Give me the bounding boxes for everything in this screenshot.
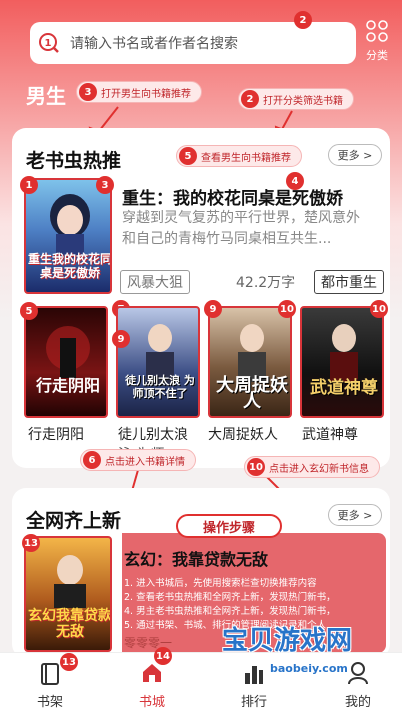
annotation-tip: 5 查看男生向书籍推荐 [176,145,302,167]
featured-book-cover[interactable]: 重生我的校花同桌是死傲娇 [24,178,112,294]
book-cover[interactable]: 大周捉妖人 [208,306,292,418]
featured-book-title[interactable]: 重生：我的校花同桌是死傲娇 [122,184,343,209]
annotation-badge: 10 [278,300,296,318]
book-title[interactable]: 徒儿别太浪 [118,424,188,444]
section-title: 全网齐上新 [26,510,122,532]
annotation-badge: 1 [20,176,38,194]
step-item: 2. 查看老书虫热推和全网齐上新，发现热门新书， [124,592,336,603]
watermark-url: baobeiy.com [270,662,348,675]
annotation-badge: 6 [83,451,101,469]
annotation-badge: 5 [20,302,38,320]
book-cover[interactable]: 行走阴阳 [24,306,108,418]
featured-book-author: 风暴大狙 [120,270,190,294]
annotation-badge: 14 [154,647,172,665]
book-cover[interactable]: 玄幻我靠贷款无敌 [24,536,112,652]
steps-tag: 操作步骤 [176,514,282,538]
annotation-badge: 10 [370,300,388,318]
annotation-badge: 9 [112,330,130,348]
annotation-badge: 5 [179,147,197,165]
more-button[interactable]: 更多 > [328,504,382,526]
tab-label: 书城 [138,695,165,710]
book-title[interactable]: 武道神尊 [302,424,358,444]
annotation-badge: 3 [96,176,114,194]
cover-title: 武道神尊 [310,378,378,398]
tab-label: 书架 [36,695,63,710]
featured-book-words: 42.2万字 [236,275,296,291]
featured-book-genre[interactable]: 都市重生 [314,270,384,294]
annotation-badge: 9 [204,300,222,318]
profile-icon [347,661,369,689]
store-icon [140,661,164,689]
book-cover[interactable]: 徒儿别太浪 为师顶不住了 [116,306,200,418]
cover-title: 行走阴阳 [35,376,100,395]
annotation-badge: 13 [22,534,40,552]
cover-illustration [146,324,174,386]
annotation-badge: 13 [60,653,78,671]
cover-title: 徒儿别太浪 为师顶不住了 [125,374,195,400]
step-item: 1. 进入书城后，先使用搜索栏查切换推荐内容 [124,578,317,589]
cover-title: 玄幻我靠贷款无敌 [28,608,112,640]
cover-title: 大周捉妖人 [216,375,288,412]
cover-illustration [330,324,358,382]
cover-title: 重生我的校花同桌是死傲娇 [28,252,112,280]
rank-icon [244,663,264,689]
new-book-title[interactable]: 玄幻：我靠贷款无敌 [124,546,268,570]
annotation-badge: 10 [247,458,265,476]
book-title[interactable]: 行走阴阳 [28,424,84,444]
watermark-logo: 宝贝游戏网 [222,626,353,656]
book-cover[interactable]: 武道神尊 [300,306,384,418]
tab-label: 我的 [344,695,371,710]
annotation-text: 点击进入书籍详情 [105,456,185,468]
more-button[interactable]: 更多 > [328,144,382,166]
cover-illustration [46,326,90,378]
annotation-text: 查看男生向书籍推荐 [201,152,291,164]
section-title: 老书虫热推 [26,150,122,172]
tab-label: 排行 [240,695,267,710]
annotation-tip: 6 点击进入书籍详情 [80,449,196,471]
featured-book-desc: 穿越到灵气复苏的平行世界，楚风意外和自己的青梅竹马同桌相互共生... [122,210,360,247]
bookshelf-icon [41,663,59,689]
book-title[interactable]: 大周捉妖人 [208,424,278,444]
annotation-text: 点击进入玄幻新书信息 [269,463,369,475]
step-item: 4. 男主老书虫热推和全网齐上新，发现热门新书， [124,606,336,617]
annotation-tip: 10 点击进入玄幻新书信息 [244,456,380,478]
